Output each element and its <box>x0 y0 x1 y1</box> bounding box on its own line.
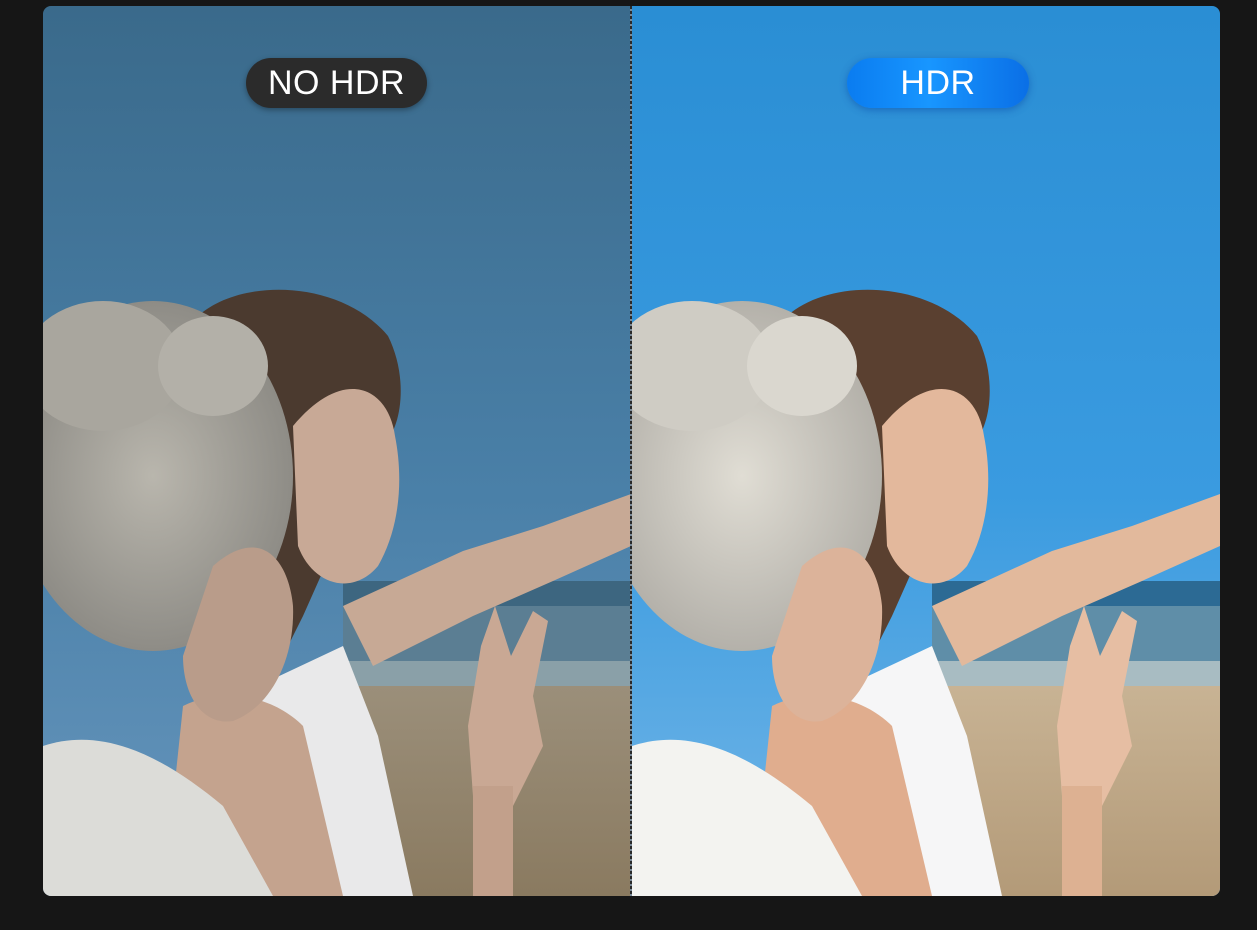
no-hdr-photo <box>43 6 631 896</box>
hdr-photo <box>632 6 1220 896</box>
comparison-divider-handle[interactable] <box>630 6 632 896</box>
no-hdr-label-text: NO HDR <box>267 63 406 102</box>
hdr-label: HDR <box>847 58 1029 108</box>
comparison-viewer: NO HDR HDR <box>43 6 1220 896</box>
hdr-label-text: HDR <box>900 63 976 102</box>
no-hdr-label: NO HDR <box>246 58 427 108</box>
